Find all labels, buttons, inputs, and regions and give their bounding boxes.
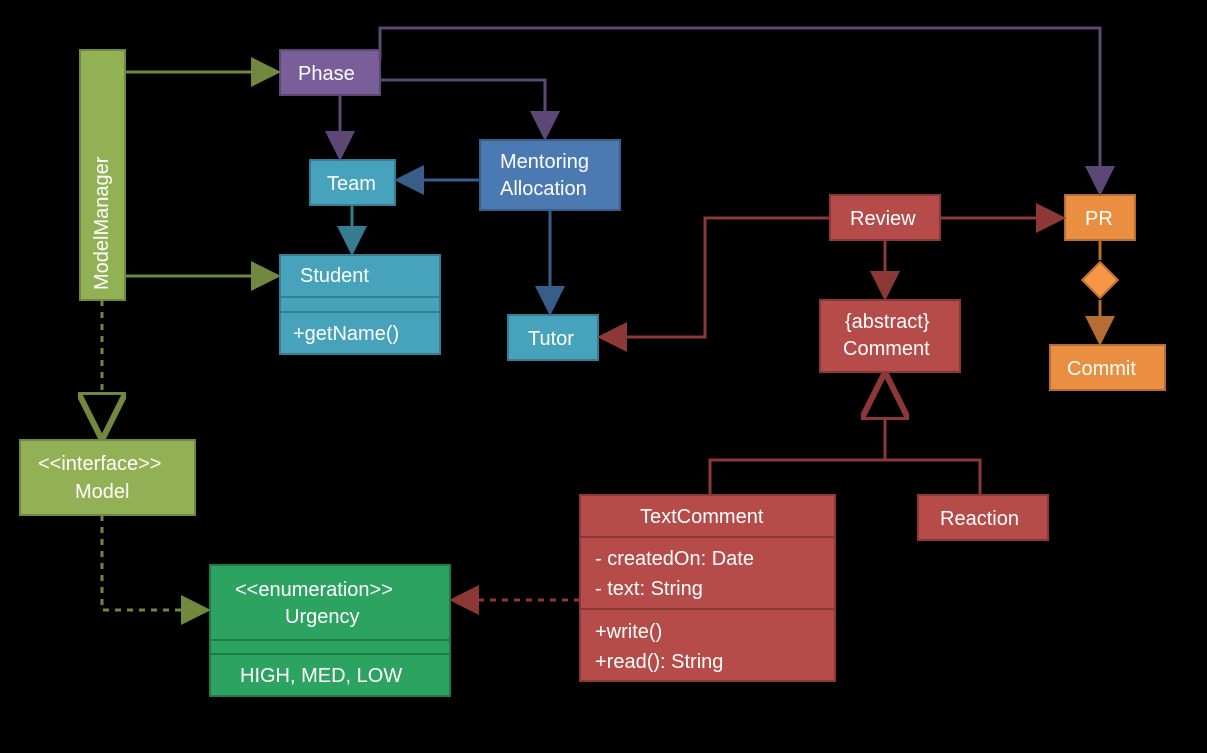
textcomment-m2: +read(): String [595,651,723,673]
urgency-values: HIGH, MED, LOW [240,665,402,687]
model-stereo: <<interface>> [38,453,161,475]
student-title: Student [300,265,369,287]
textcomment-m1: +write() [595,621,662,643]
review-label: Review [850,208,916,230]
edge-reaction-gen [885,460,980,495]
pr-label: PR [1085,208,1113,230]
tutor-label: Tutor [528,328,574,350]
model-name: Model [75,481,129,503]
textcomment-attr2: - text: String [595,578,703,600]
student-method: +getName() [293,323,399,345]
edge-review-tutor [602,218,830,337]
edge-phase-mentoring [380,80,545,136]
mentoring-line2: Allocation [500,178,587,200]
urgency-stereo: <<enumeration>> [235,579,393,601]
comment-line2: Comment [843,338,930,360]
team-label: Team [327,173,376,195]
modelmanager-label: ModelManager [91,156,113,290]
node-model [20,440,195,515]
edge-model-urgency [102,515,206,610]
node-student: Student +getName() [280,255,440,354]
textcomment-title: TextComment [640,506,764,528]
commit-label: Commit [1067,358,1136,380]
aggregation-diamond-icon [1082,262,1118,298]
node-textcomment: TextComment - createdOn: Date - text: St… [580,495,835,681]
comment-line1: {abstract} [845,311,930,333]
uml-diagram: ModelManager Phase Team Mentoring Alloca… [0,0,1207,753]
reaction-label: Reaction [940,508,1019,530]
urgency-name: Urgency [285,606,359,628]
edge-textcomment-gen [710,460,885,495]
phase-label: Phase [298,63,355,85]
mentoring-line1: Mentoring [500,151,589,173]
node-urgency: <<enumeration>> Urgency HIGH, MED, LOW [210,565,450,696]
textcomment-attr1: - createdOn: Date [595,548,754,570]
